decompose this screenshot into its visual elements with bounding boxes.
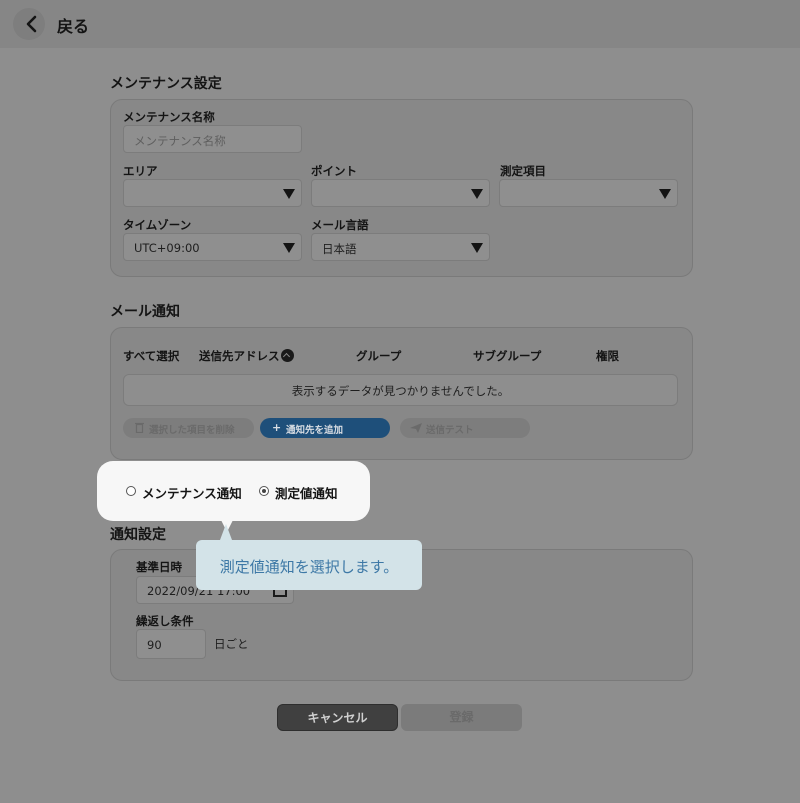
sort-asc-icon[interactable] (280, 349, 294, 362)
add-recipient-label: 通知先を追加 (286, 425, 344, 436)
empty-message: 表示するデータが見つかりませんでした。 (291, 384, 510, 398)
chevron-left-icon (26, 15, 37, 33)
register-button[interactable]: 登録 (401, 704, 522, 731)
repeat-unit: 日ごと (214, 637, 249, 651)
column-permission[interactable]: 権限 (596, 348, 619, 364)
paper-plane-icon (410, 423, 422, 433)
mail-section-title: メール通知 (110, 304, 180, 320)
mail-language-value: 日本語 (322, 242, 357, 256)
base-datetime-label: 基準日時 (136, 560, 182, 574)
notification-settings-title: 通知設定 (110, 527, 166, 543)
cancel-button[interactable]: キャンセル (277, 704, 398, 731)
radio-measurement-label[interactable]: 測定値通知 (275, 483, 338, 502)
repeat-label: 繰返し条件 (136, 614, 194, 628)
column-address[interactable]: 送信先アドレス (199, 348, 294, 364)
repeat-input[interactable]: 90 (136, 629, 206, 659)
back-label[interactable]: 戻る (57, 13, 89, 37)
caret-down-icon (659, 189, 671, 199)
maintenance-name-input[interactable]: メンテナンス名称 (123, 125, 302, 153)
measurement-item-select[interactable] (499, 179, 678, 207)
caret-down-icon (471, 243, 483, 253)
timezone-value: UTC+09:00 (134, 241, 200, 255)
radio-maintenance-notification[interactable] (126, 486, 136, 496)
point-select[interactable] (311, 179, 490, 207)
area-label: エリア (123, 164, 158, 178)
table-empty-row: 表示するデータが見つかりませんでした。 (123, 374, 678, 406)
maintenance-name-label: メンテナンス名称 (123, 110, 215, 124)
send-test-button[interactable]: 送信テスト (400, 418, 530, 438)
caret-down-icon (471, 189, 483, 199)
trash-icon (135, 422, 144, 433)
column-address-label: 送信先アドレス (199, 349, 280, 363)
maintenance-section-title: メンテナンス設定 (110, 76, 222, 92)
tooltip-pointer (220, 524, 232, 540)
maintenance-name-placeholder: メンテナンス名称 (134, 134, 226, 148)
mail-language-select[interactable]: 日本語 (311, 233, 490, 261)
point-label: ポイント (311, 164, 357, 178)
area-select[interactable] (123, 179, 302, 207)
plus-icon: + (272, 421, 282, 434)
column-group[interactable]: グループ (356, 348, 401, 364)
delete-selected-label: 選択した項目を削除 (149, 425, 235, 436)
tooltip-text: 測定値通知を選択します。 (219, 558, 399, 576)
top-bar (0, 0, 800, 48)
caret-down-icon (283, 243, 295, 253)
caret-down-icon (283, 189, 295, 199)
add-recipient-button[interactable]: + 通知先を追加 (260, 418, 390, 438)
measurement-item-label: 測定項目 (500, 164, 546, 178)
column-subgroup[interactable]: サブグループ (473, 348, 541, 364)
send-test-label: 送信テスト (426, 425, 474, 436)
timezone-label: タイムゾーン (123, 218, 192, 232)
timezone-select[interactable]: UTC+09:00 (123, 233, 302, 261)
delete-selected-button[interactable]: 選択した項目を削除 (123, 418, 254, 438)
tooltip: 測定値通知を選択します。 (196, 540, 422, 590)
column-select-all[interactable]: すべて選択 (123, 348, 179, 364)
radio-measurement-notification[interactable] (259, 486, 269, 496)
page: 戻る メンテナンス設定 メンテナンス名称 メンテナンス名称 エリア ポイント 測… (0, 0, 800, 803)
radio-maintenance-label[interactable]: メンテナンス通知 (142, 483, 242, 502)
mail-language-label: メール言語 (311, 218, 369, 232)
repeat-value: 90 (147, 638, 162, 652)
